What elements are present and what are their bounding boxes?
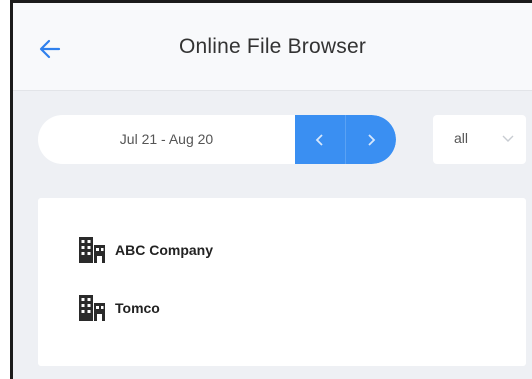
list-item-abc-company[interactable]: ABC Company <box>77 235 213 265</box>
company-name: ABC Company <box>115 242 214 258</box>
next-period-button[interactable] <box>345 115 396 164</box>
company-name: Tomco <box>115 300 160 316</box>
list-item-tomco[interactable]: Tomco <box>77 293 160 323</box>
chevron-right-icon <box>368 133 376 146</box>
date-nav-group <box>295 115 396 164</box>
page-title: Online File Browser <box>178 35 367 58</box>
company-list: ABC Company Tomco <box>38 198 526 366</box>
chevron-down-icon <box>502 135 514 142</box>
filter-value: all <box>454 130 469 146</box>
building-icon <box>79 295 105 321</box>
filter-select[interactable]: all <box>433 115 526 164</box>
date-range-label[interactable]: Jul 21 - Aug 20 <box>38 115 295 164</box>
date-range-picker: Jul 21 - Aug 20 <box>38 115 396 164</box>
header-bar: Online File Browser <box>13 3 532 91</box>
chevron-left-icon <box>315 133 323 146</box>
building-icon <box>79 237 105 263</box>
app-frame: Online File Browser Jul 21 - Aug 20 all <box>10 0 532 379</box>
previous-period-button[interactable] <box>295 115 345 164</box>
